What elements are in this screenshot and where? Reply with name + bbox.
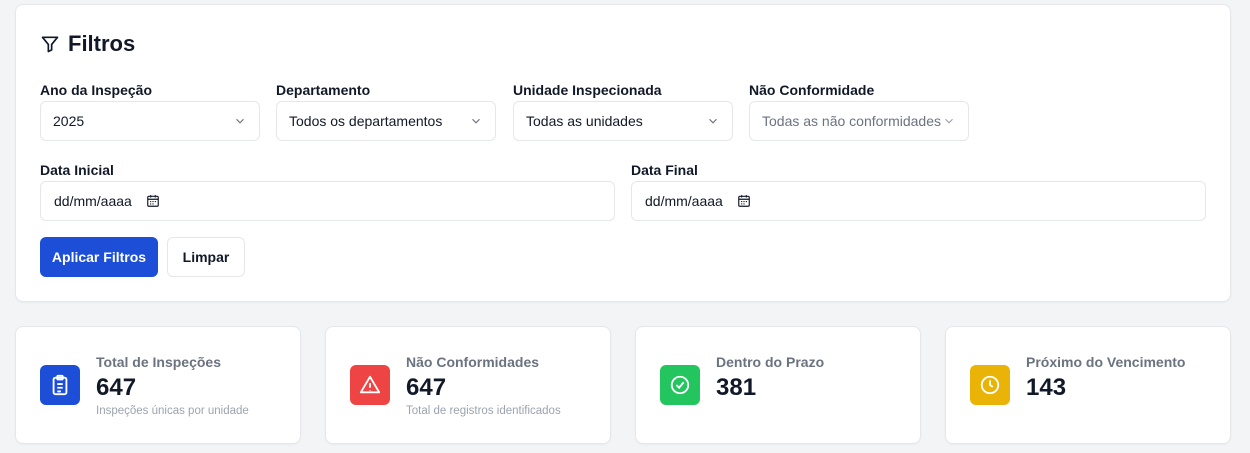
nonconformity-select-value: Todas as não conformidades: [762, 113, 941, 129]
year-select-value: 2025: [53, 113, 85, 129]
end-date-input[interactable]: dd/mm/aaaa: [631, 181, 1206, 221]
start-date-value: dd/mm/aaaa: [54, 193, 132, 209]
clipboard-list-icon: [40, 365, 80, 405]
year-select[interactable]: 2025: [40, 101, 260, 141]
clear-filters-button[interactable]: Limpar: [167, 237, 245, 277]
stat-subtitle: Total de registros identificados: [406, 405, 561, 417]
chevron-down-icon: [472, 118, 480, 124]
filters-title: Filtros: [68, 31, 136, 56]
alert-triangle-icon: [350, 365, 390, 405]
department-select[interactable]: Todos os departamentos: [276, 101, 496, 141]
nonconformity-select[interactable]: Todas as não conformidades: [749, 101, 969, 141]
stat-value: 647: [406, 374, 447, 401]
year-label: Ano da Inspeção: [40, 82, 153, 98]
stat-value: 143: [1026, 374, 1067, 401]
chevron-down-icon: [709, 118, 717, 124]
stat-card-near-due: Próximo do Vencimento 143: [945, 326, 1231, 444]
stat-label: Não Conformidades: [406, 354, 540, 370]
department-label: Departamento: [276, 82, 371, 98]
stat-label: Próximo do Vencimento: [1026, 354, 1186, 370]
stat-subtitle: Inspeções únicas por unidade: [96, 405, 249, 417]
calendar-icon[interactable]: [146, 194, 160, 208]
apply-filters-button[interactable]: Aplicar Filtros: [40, 237, 158, 277]
chevron-down-icon: [236, 118, 244, 124]
stat-value: 647: [96, 374, 137, 401]
filter-icon: [41, 36, 59, 53]
unit-select[interactable]: Todas as unidades: [513, 101, 733, 141]
unit-select-value: Todas as unidades: [526, 113, 643, 129]
end-date-value: dd/mm/aaaa: [645, 193, 723, 209]
end-date-label: Data Final: [631, 162, 698, 178]
department-select-value: Todos os departamentos: [289, 113, 443, 129]
calendar-icon[interactable]: [737, 194, 751, 208]
unit-label: Unidade Inspecionada: [513, 82, 662, 98]
stat-card-on-time: Dentro do Prazo 381: [635, 326, 921, 444]
clock-icon: [970, 365, 1010, 405]
chevron-down-icon: [945, 118, 953, 124]
filters-card: Filtros Ano da Inspeção Departamento Uni…: [15, 4, 1231, 302]
start-date-label: Data Inicial: [40, 162, 114, 178]
stat-label: Total de Inspeções: [96, 354, 221, 370]
stat-label: Dentro do Prazo: [716, 354, 825, 370]
stat-card-total-inspections: Total de Inspeções 647 Inspeções únicas …: [15, 326, 301, 444]
stat-value: 381: [716, 374, 757, 401]
stat-card-nonconformities: Não Conformidades 647 Total de registros…: [325, 326, 611, 444]
nonconformity-label: Não Conformidade: [749, 82, 875, 98]
filters-header: Filtros: [40, 31, 135, 57]
check-circle-icon: [660, 365, 700, 405]
start-date-input[interactable]: dd/mm/aaaa: [40, 181, 615, 221]
